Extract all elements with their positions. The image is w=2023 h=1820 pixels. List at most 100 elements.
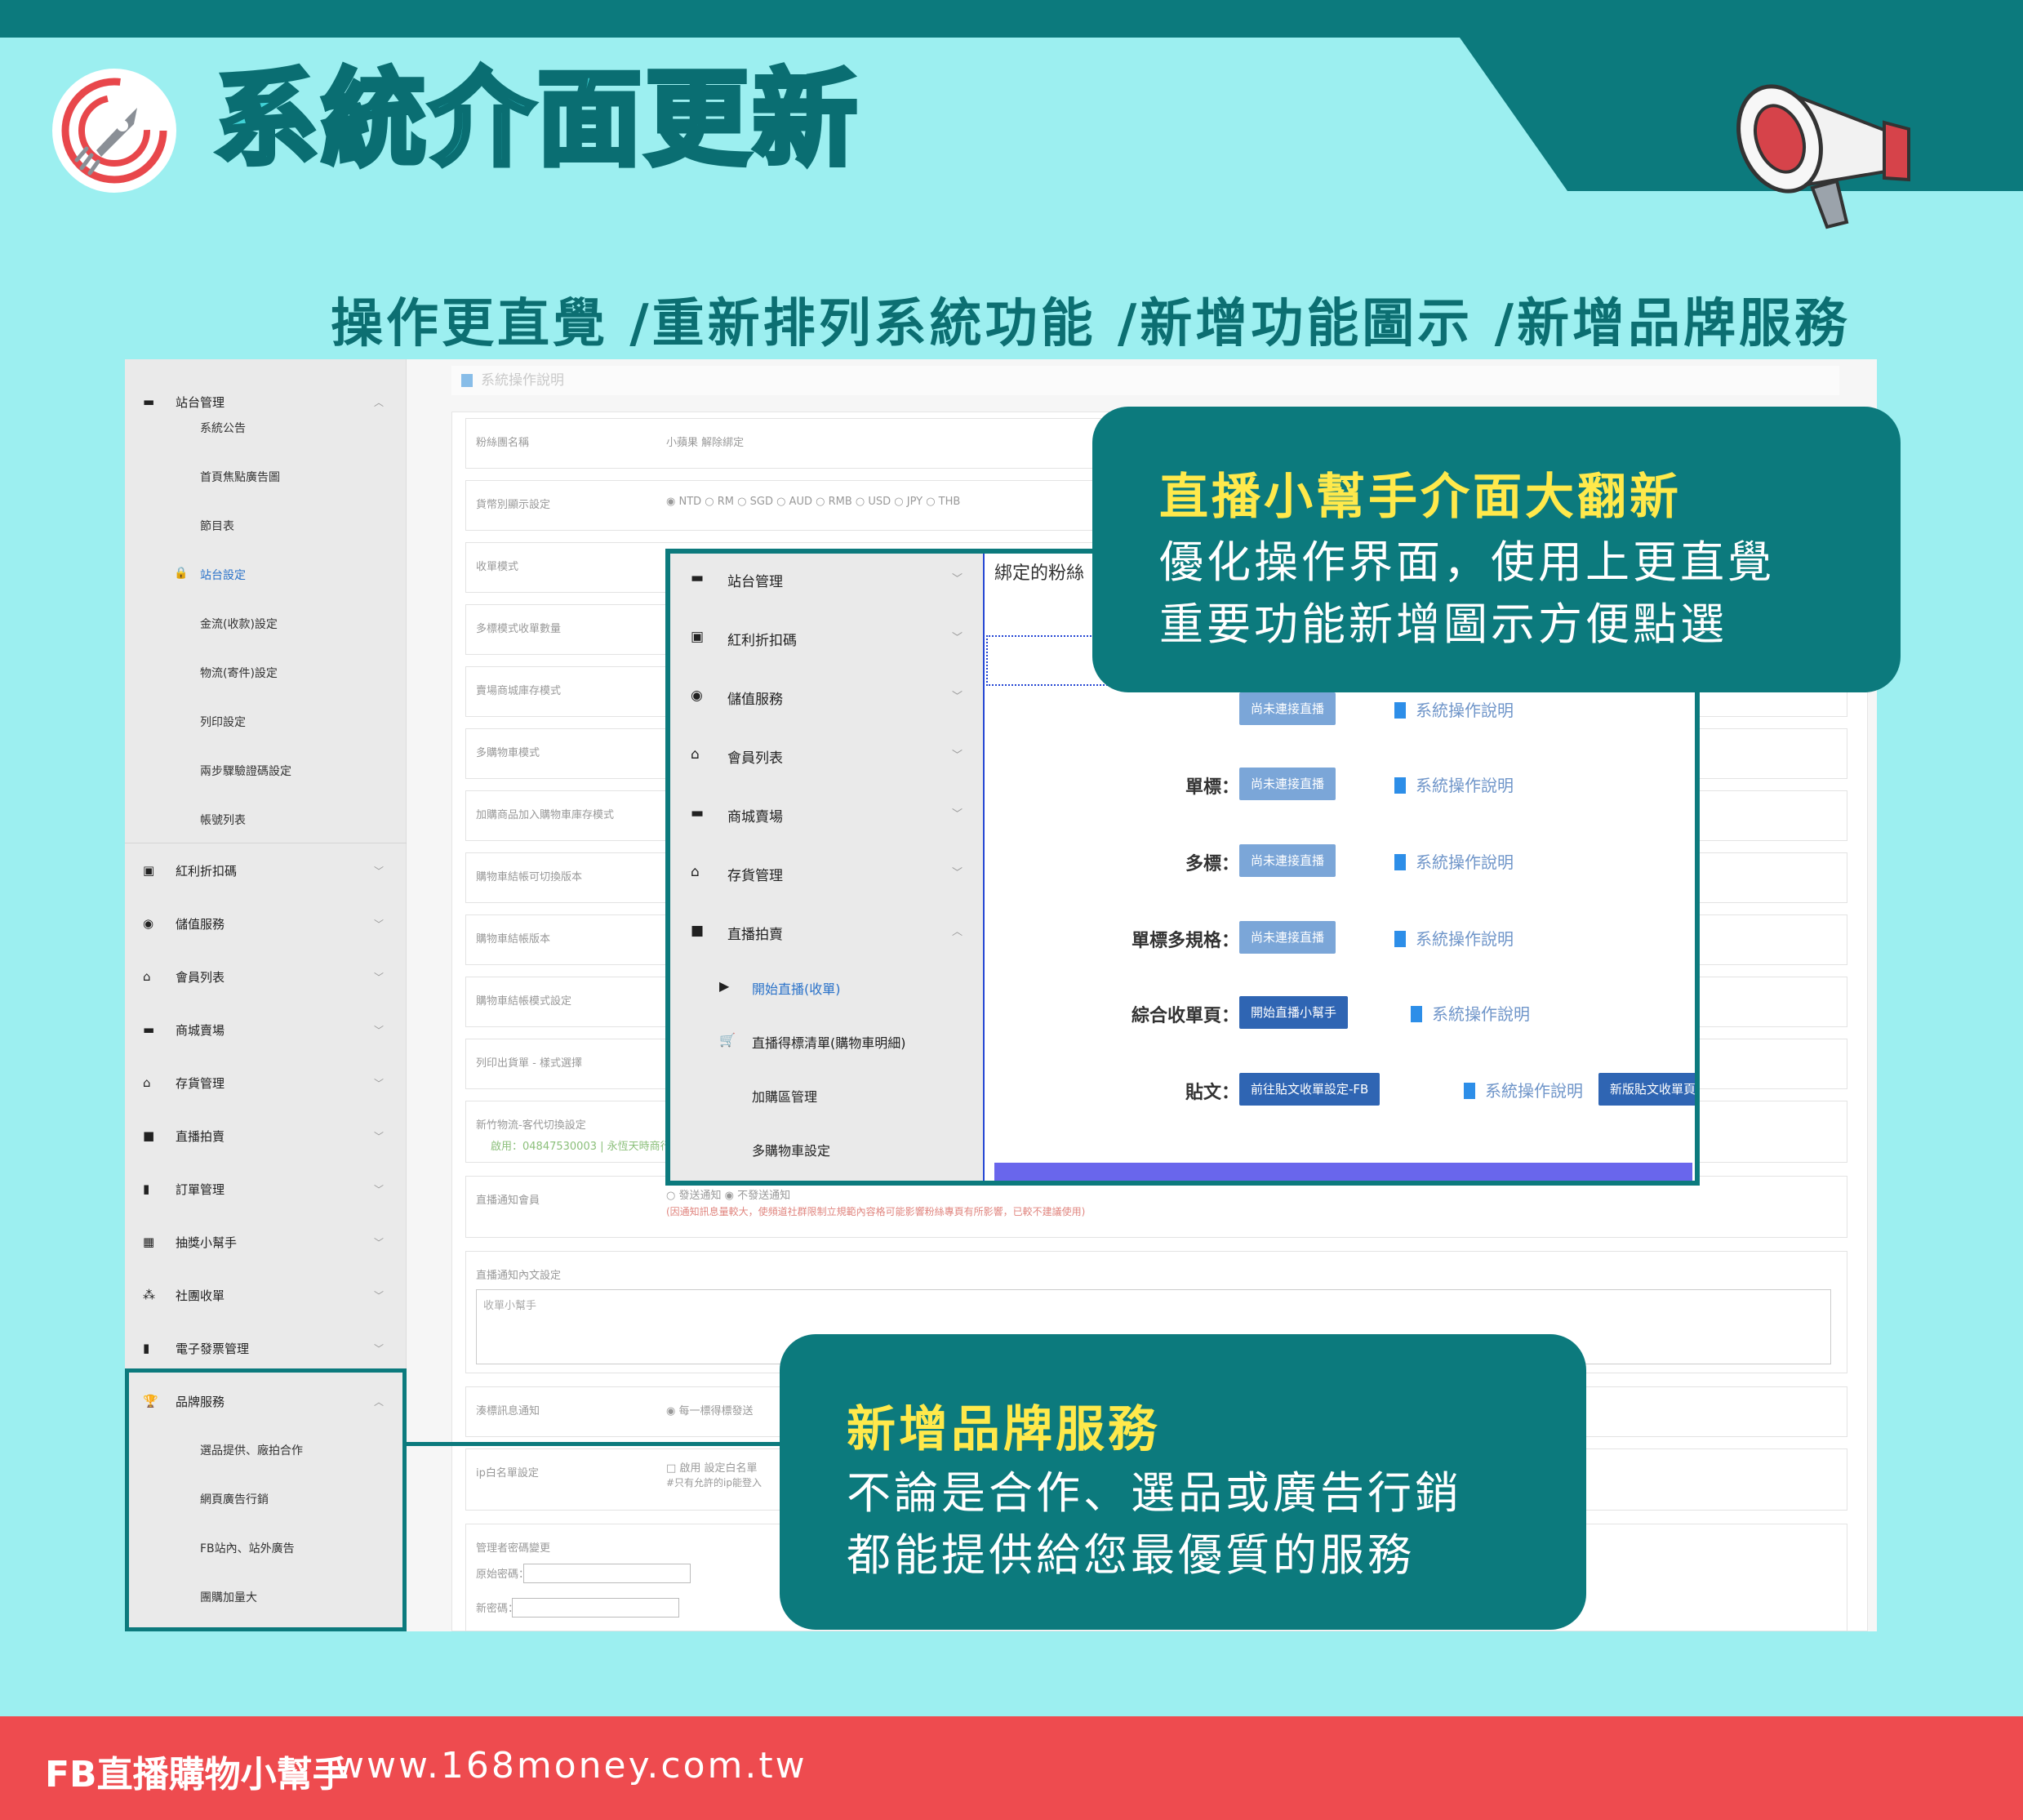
sidebar-item-orders[interactable]: ▮ 訂單管理 ﹀ xyxy=(125,1163,407,1215)
help-link[interactable]: 系統操作說明 xyxy=(1464,1078,1583,1101)
sidebar-sub-item[interactable]: 兩步驟驗證碼設定 xyxy=(200,763,291,779)
chevron-down-icon: ﹀ xyxy=(374,1077,385,1089)
chevron-up-icon: ︿ xyxy=(374,396,385,408)
footer-url[interactable]: www.168money.com.tw xyxy=(335,1745,807,1787)
chevron-down-icon: ﹀ xyxy=(374,971,385,983)
connect-live-button[interactable]: 尚未連接直播 xyxy=(1239,768,1336,800)
sidebar-sub-item[interactable]: 列印設定 xyxy=(200,714,246,730)
ip-whitelist-checkbox[interactable]: □ 啟用 設定白名單 xyxy=(666,1459,758,1475)
warehouse-icon: ⌂ xyxy=(143,1075,151,1090)
wallet-icon: ◉ xyxy=(691,688,703,704)
callout-brand-service: 新增品牌服務 不論是合作、選品或廣告行銷 都能提供給您最優質的服務 xyxy=(780,1334,1586,1630)
megaphone-icon xyxy=(1736,84,1910,229)
help-link[interactable]: 系統操作說明 xyxy=(1394,849,1514,873)
trophy-icon: 🏆 xyxy=(143,1394,158,1408)
chevron-down-icon: ﹀ xyxy=(374,1183,385,1195)
notify-radio-group[interactable]: ○ 發送通知 ◉ 不發送通知 xyxy=(666,1186,790,1202)
sidebar-item-invoice[interactable]: ▮ 電子發票管理 ﹀ xyxy=(125,1322,407,1374)
sidebar-item-lottery[interactable]: ▦ 抽獎小幫手 ﹀ xyxy=(125,1216,407,1268)
zoom-sub-addon-area[interactable]: 加購區管理 xyxy=(752,1086,817,1106)
sidebar-item-live-auction[interactable]: ■ 直播拍賣 ﹀ xyxy=(125,1110,407,1162)
callout-live-helper: 直播小幫手介面大翻新 優化操作界面，使用上更直覺 重要功能新增圖示方便點選 xyxy=(1092,407,1901,692)
zoom-sub-multi-cart[interactable]: 多購物車設定 xyxy=(752,1140,830,1159)
sidebar-item-mall[interactable]: ▬ 商城賣場 ﹀ xyxy=(125,1003,407,1056)
sidebar-sub-item[interactable]: 首頁焦點廣告圖 xyxy=(200,469,280,485)
sidebar-item-members[interactable]: ⌂ 會員列表 ﹀ xyxy=(125,950,407,1003)
sidebar-sub-item[interactable]: FB站內、站外廣告 xyxy=(200,1540,295,1556)
video-icon: ■ xyxy=(143,1128,155,1143)
sidebar-sub-item-active[interactable]: 站台設定 xyxy=(200,567,246,583)
sidebar-sub-item[interactable]: 網頁廣告行銷 xyxy=(200,1491,269,1507)
sidebar-sub-item[interactable]: 物流(寄件)設定 xyxy=(200,665,278,681)
ticket-icon: ▣ xyxy=(691,629,705,645)
notify-note: (因通知訊息量較大，使頻道社群限制立規範內容格可能影響粉絲專頁有所影響，已較不建… xyxy=(666,1206,1086,1217)
invoice-icon: ▮ xyxy=(143,1341,150,1355)
home-user-icon: ⌂ xyxy=(143,969,151,984)
zoom-sub-start-live[interactable]: 開始直播(收單) xyxy=(752,978,841,998)
chevron-down-icon: ﹀ xyxy=(374,865,385,877)
rocket-icon xyxy=(52,69,176,193)
sidebar-sub-item[interactable]: 團購加量大 xyxy=(200,1589,257,1605)
chevron-down-icon: ﹀ xyxy=(374,1024,385,1036)
play-circle-icon: ▶ xyxy=(719,978,730,994)
bound-fanpage-text: 綁定的粉絲 xyxy=(994,563,1085,584)
callout-line: 優化操作界面，使用上更直覺 xyxy=(1159,536,1775,588)
chevron-down-icon: ﹀ xyxy=(374,918,385,930)
help-link[interactable]: 系統操作說明 xyxy=(1394,926,1514,950)
sidebar-item-inventory[interactable]: ⌂ 存貨管理 ﹀ xyxy=(125,1057,407,1109)
subtitle: 操作更直覺 /重新排列系統功能 /新增功能圖示 /新增品牌服務 xyxy=(331,294,1850,354)
sidebar-item-coupon[interactable]: ▣ 紅利折扣碼 ﹀ xyxy=(125,844,407,897)
connect-live-button[interactable]: 尚未連接直播 xyxy=(1239,692,1336,725)
ticket-icon: ▣ xyxy=(143,863,155,878)
zoom-sidebar: ▬ 站台管理 ﹀ ▣ 紅利折扣碼 ﹀ ◉ 儲值服務 ﹀ ⌂ 會員列表 ﹀ ▬ 商城賣場 ﹀ ⌂ 存貨管… xyxy=(670,554,985,1181)
chevron-down-icon: ﹀ xyxy=(952,808,963,821)
sidebar-item-store-management[interactable]: ▬ 站台管理 ︿ xyxy=(125,376,407,428)
new-post-order-page-button[interactable]: 新版貼文收單頁 xyxy=(1598,1073,1695,1106)
callout-line: 重要功能新增圖示方便點選 xyxy=(1159,599,1727,650)
sidebar-item-brand-service[interactable]: 🏆 品牌服務 ︿ xyxy=(125,1375,407,1427)
fanpage-value[interactable]: 小蘋果 解除綁定 xyxy=(666,434,744,449)
sidebar-item-group-orders[interactable]: ⁂ 社團收單 ﹀ xyxy=(125,1269,407,1321)
store-icon: ▬ xyxy=(143,394,155,409)
sidebar-sub-item[interactable]: 系統公告 xyxy=(200,420,246,436)
sidebar-sub-item[interactable]: 節目表 xyxy=(200,518,234,534)
connect-live-button[interactable]: 尚未連接直播 xyxy=(1239,844,1336,877)
callout-title: 直播小幫手介面大翻新 xyxy=(1159,469,1682,526)
help-link[interactable]: 系統操作說明 xyxy=(1411,1001,1530,1025)
currency-radio-group[interactable]: ◉ NTD ○ RM ○ SGD ○ AUD ○ RMB ○ USD ○ JPY… xyxy=(666,496,960,508)
callout-line: 都能提供給您最優質的服務 xyxy=(847,1529,1415,1581)
chevron-down-icon: ﹀ xyxy=(374,1342,385,1355)
chevron-down-icon: ﹀ xyxy=(374,1130,385,1142)
zoom-sub-winning-list[interactable]: 直播得標清單(購物車明細) xyxy=(752,1032,906,1052)
post-order-settings-button[interactable]: 前往貼文收單設定-FB xyxy=(1239,1073,1381,1106)
clipboard-icon: ▮ xyxy=(143,1181,150,1196)
help-link[interactable]: 系統操作說明 xyxy=(451,366,1839,395)
live-row-single-multispec: 單標多規格： 尚未連接直播 系統操作說明 xyxy=(986,921,1695,954)
chevron-down-icon: ﹀ xyxy=(952,573,963,585)
help-link[interactable]: 系統操作說明 xyxy=(1394,772,1514,796)
store-icon: ▬ xyxy=(691,570,705,586)
chevron-down-icon: ﹀ xyxy=(952,750,963,762)
chevron-down-icon: ﹀ xyxy=(952,867,963,879)
new-password-input[interactable] xyxy=(512,1598,679,1618)
video-icon: ■ xyxy=(691,923,705,939)
scroll-bar[interactable] xyxy=(994,1163,1692,1181)
page-title: 系統介面更新 xyxy=(211,56,861,183)
chevron-up-icon: ︿ xyxy=(952,926,963,938)
store-icon: ▬ xyxy=(691,805,705,821)
sidebar-sub-item[interactable]: 選品提供、廠拍合作 xyxy=(200,1442,303,1458)
help-link[interactable]: 系統操作說明 xyxy=(1394,697,1514,721)
sidebar-sub-item[interactable]: 帳號列表 xyxy=(200,812,246,828)
live-row-post: 貼文： 前往貼文收單設定-FB 系統操作說明 新版貼文收單頁 xyxy=(986,1073,1695,1106)
chevron-up-icon: ︿ xyxy=(374,1395,385,1408)
start-live-helper-button[interactable]: 開始直播小幫手 xyxy=(1239,996,1349,1029)
group-icon: ⁂ xyxy=(143,1288,155,1302)
callout-title: 新增品牌服務 xyxy=(847,1401,1160,1458)
sidebar-item-stored-value[interactable]: ◉ 儲值服務 ﹀ xyxy=(125,897,407,950)
chevron-down-icon: ﹀ xyxy=(952,691,963,703)
connect-live-button[interactable]: 尚未連接直播 xyxy=(1239,921,1336,954)
bid-notify-radio[interactable]: ◉ 每一標得標發送 xyxy=(666,1402,753,1417)
old-password-input[interactable] xyxy=(523,1564,691,1583)
chevron-down-icon: ﹀ xyxy=(952,632,963,644)
sidebar-sub-item[interactable]: 金流(收款)設定 xyxy=(200,616,278,632)
